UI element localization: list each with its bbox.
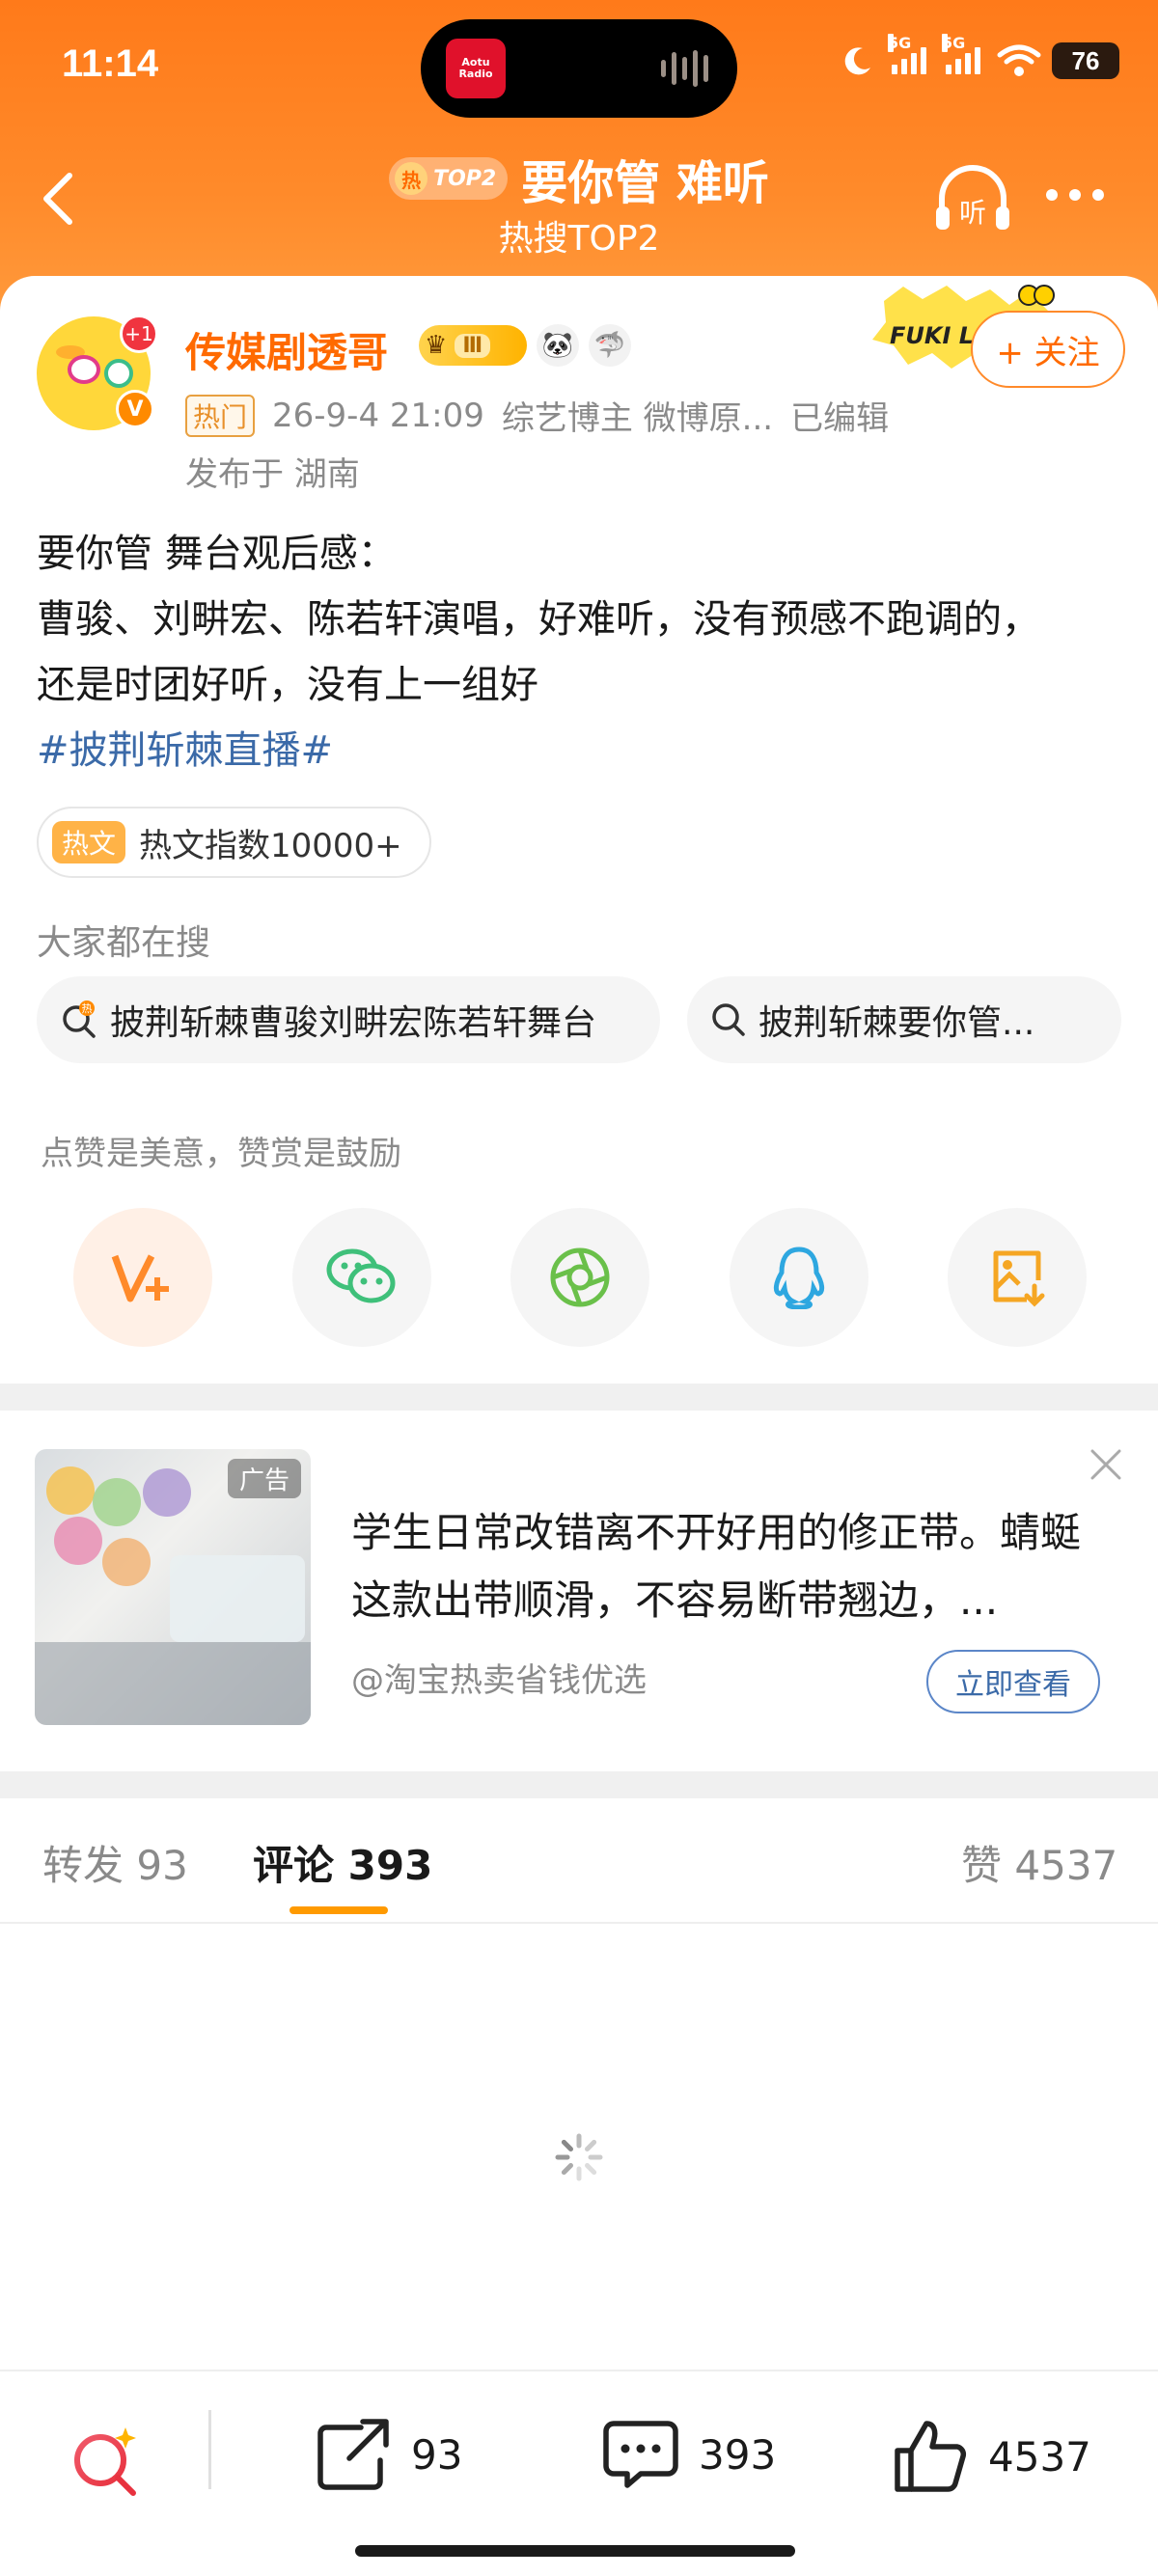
page-title: 要你管 难听 — [521, 156, 769, 210]
repost-count: 93 — [411, 2430, 463, 2479]
ad-source: @淘宝热卖省钱优选 — [351, 1661, 647, 1700]
signal-icon: 5G — [888, 34, 926, 74]
search-section-title: 大家都在搜 — [37, 923, 211, 963]
status-icons: 5G 5G 76 — [841, 34, 1119, 79]
hot-rank-badge: 热 TOP2 — [389, 157, 509, 200]
search-suggestion-chip[interactable]: 披荆斩棘要你管... — [687, 976, 1121, 1063]
listen-headphones-icon[interactable]: 听 — [932, 162, 1013, 235]
search-suggestion-label: 披荆斩棘要你管... — [758, 1003, 1035, 1043]
hashtag-link[interactable]: #披荆斩棘直播# — [37, 718, 1127, 783]
search-suggestion-chip[interactable]: 热 披荆斩棘曹骏刘畊宏陈若轩舞台 — [37, 976, 660, 1063]
ad-text[interactable]: 学生日常改错离不开好用的修正带。蜻蜓这款出带顺滑，不容易断带翘边，... — [351, 1499, 1104, 1634]
avatar-plus-badge: +1 — [120, 315, 158, 353]
crown-icon: ♛ — [425, 331, 448, 360]
status-time: 11:14 — [62, 42, 159, 85]
edited-label[interactable]: 已编辑 — [790, 392, 889, 439]
ad-label: 广告 — [227, 1459, 301, 1498]
hot-tag: 热门 — [185, 394, 256, 437]
search-icon[interactable] — [68, 2422, 145, 2499]
wechat-icon — [326, 1248, 395, 1303]
share-icon — [317, 2419, 389, 2490]
wifi-icon — [997, 44, 1041, 76]
save-image-button[interactable] — [948, 1208, 1087, 1347]
ad-image[interactable]: 广告 — [35, 1449, 311, 1725]
post-text-line: 要你管 舞台观后感： — [37, 532, 397, 576]
ad-view-button[interactable]: 立即查看 — [926, 1650, 1100, 1713]
thumbs-up-icon — [895, 2421, 967, 2492]
close-icon[interactable] — [1089, 1447, 1123, 1482]
share-qq-button[interactable] — [729, 1208, 868, 1347]
repost-button[interactable]: 93 — [315, 2418, 462, 2491]
verified-badge: V — [116, 390, 154, 428]
comment-count: 393 — [699, 2430, 777, 2479]
like-button[interactable]: 4537 — [892, 2418, 1091, 2495]
moments-icon — [550, 1247, 610, 1307]
share-row — [73, 1208, 1087, 1347]
island-app-icon: Aotu Radio — [446, 39, 506, 98]
active-tab-indicator — [290, 1906, 388, 1914]
tab-likes[interactable]: 赞 4537 — [961, 1833, 1117, 1892]
svg-text:热: 热 — [82, 1002, 93, 1015]
post-body: 要你管 舞台观后感： 曹骏、刘畊宏、陈若轩演唱，好难听，没有预感不跑调的， 还是… — [37, 521, 1127, 783]
more-options-icon[interactable] — [1046, 189, 1104, 201]
moon-icon — [844, 47, 870, 75]
tab-repost[interactable]: 转发 93 — [42, 1833, 188, 1892]
praise-hint: 点赞是美意，赞赏是鼓励 — [41, 1135, 401, 1173]
home-indicator[interactable] — [355, 2545, 795, 2557]
comment-icon — [603, 2421, 678, 2488]
post-location: 发布于 湖南 — [185, 455, 360, 494]
search-suggestion-label: 披荆斩棘曹骏刘畊宏陈若轩舞台 — [110, 1003, 597, 1043]
hot-index-chip[interactable]: 热文 热文指数10000+ — [37, 807, 431, 878]
section-divider — [0, 1771, 1158, 1798]
panda-icon[interactable]: 🐼 — [537, 324, 579, 367]
search-icon — [712, 1003, 745, 1036]
comment-button[interactable]: 393 — [602, 2418, 776, 2491]
hot-index-text: 热文指数10000+ — [139, 826, 402, 865]
signal-icon-2: 5G — [942, 34, 980, 74]
save-image-icon — [993, 1250, 1045, 1307]
bottom-separator — [208, 2410, 211, 2489]
like-count: 4537 — [988, 2432, 1091, 2480]
post-datetime: 26-9-4 21:09 — [272, 396, 484, 435]
author-badges: ♛ Ⅲ 🐼 🦈 — [419, 324, 631, 367]
post-text-line: 曹骏、刘畊宏、陈若轩演唱，好难听，没有预感不跑调的， — [37, 597, 1040, 642]
interaction-tabs: 转发 93 评论 393 赞 4537 — [0, 1798, 1158, 1924]
tab-comments[interactable]: 评论 393 — [253, 1833, 432, 1892]
audio-wave-icon — [661, 50, 708, 87]
battery-indicator: 76 — [1052, 42, 1119, 79]
dynamic-island[interactable]: Aotu Radio — [421, 19, 737, 118]
loading-spinner-icon — [555, 2133, 603, 2181]
svg-text:听: 听 — [959, 197, 986, 229]
qq-icon — [773, 1247, 824, 1309]
post-text-line: 还是时团好听，没有上一组好 — [37, 663, 538, 707]
shark-icon[interactable]: 🦈 — [589, 324, 631, 367]
hot-search-icon: 热 — [63, 1000, 96, 1038]
post-meta: 热门 26-9-4 21:09 综艺博主 微博原... 已编辑 — [185, 392, 889, 439]
author-name[interactable]: 传媒剧透哥 — [185, 320, 388, 379]
hot-article-tag: 热文 — [52, 821, 126, 863]
reward-button[interactable] — [73, 1208, 212, 1347]
vip-level-badge[interactable]: ♛ Ⅲ — [419, 325, 527, 366]
follow-button[interactable]: + 关注 — [971, 311, 1125, 388]
share-moments-button[interactable] — [510, 1208, 649, 1347]
section-divider — [0, 1384, 1158, 1411]
v-plus-icon — [111, 1254, 169, 1302]
share-wechat-button[interactable] — [291, 1208, 431, 1347]
author-category[interactable]: 综艺博主 微博原... — [502, 392, 773, 439]
